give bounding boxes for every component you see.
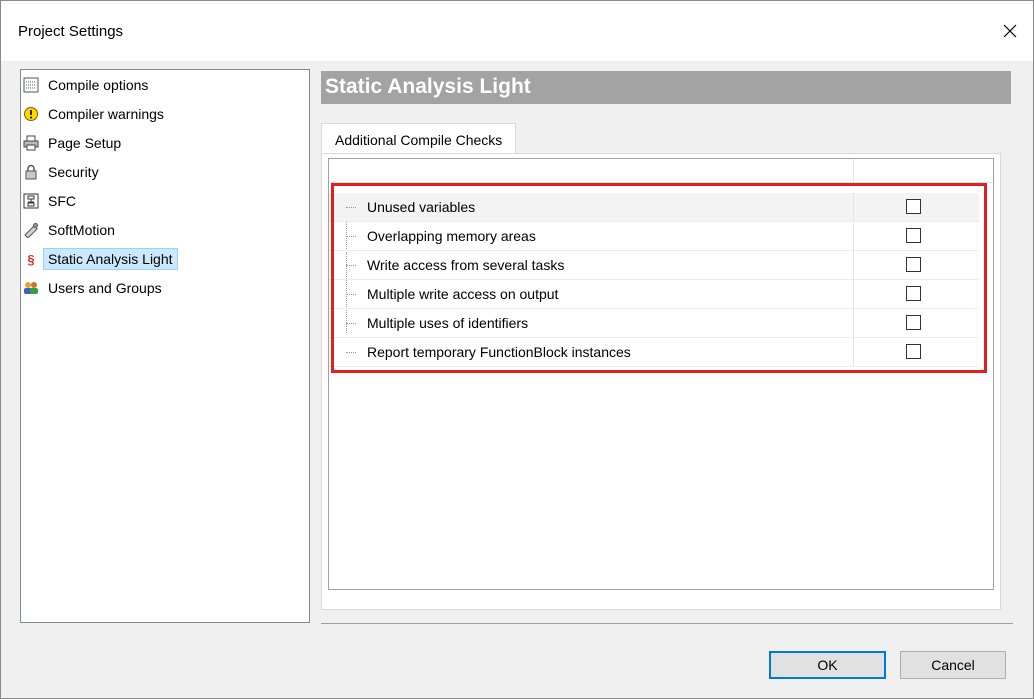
check-row: Multiple write access on output <box>329 280 979 309</box>
cancel-button-label: Cancel <box>931 657 975 673</box>
section-icon: § <box>27 251 35 267</box>
section-header: Static Analysis Light <box>321 71 1011 104</box>
project-settings-dialog: Project Settings Compile options Compile… <box>0 0 1034 699</box>
report-temporary-fb-instances-checkbox[interactable] <box>906 344 921 359</box>
multiple-write-access-output-checkbox[interactable] <box>906 286 921 301</box>
tree-item-label: Page Setup <box>48 135 122 151</box>
check-label: Report temporary FunctionBlock instances <box>367 344 631 360</box>
ok-button-label: OK <box>817 657 838 673</box>
close-icon <box>1003 24 1017 38</box>
tree-item-compiler-warnings[interactable]: Compiler warnings <box>23 101 164 127</box>
warning-icon <box>23 106 39 122</box>
unused-variables-checkbox[interactable] <box>906 199 921 214</box>
check-row: Write access from several tasks <box>329 251 979 280</box>
tree-connector <box>346 352 356 353</box>
column-divider <box>853 338 854 366</box>
tree-connector <box>346 265 356 266</box>
grid-header <box>329 159 993 183</box>
tree-item-label: Security <box>48 164 99 180</box>
column-divider <box>853 159 854 182</box>
tree-item-label: SoftMotion <box>48 222 115 238</box>
tree-connector <box>346 294 356 295</box>
tree-item-label: Compile options <box>48 77 149 93</box>
tree-item-sfc[interactable]: SFC <box>23 188 76 214</box>
tree-item-security[interactable]: Security <box>23 159 99 185</box>
tree-item-label: Users and Groups <box>48 280 162 296</box>
column-divider <box>853 222 854 250</box>
tree-item-users-and-groups[interactable]: Users and Groups <box>23 275 162 301</box>
tree-item-label: Static Analysis Light <box>43 248 178 270</box>
tree-item-page-setup[interactable]: Page Setup <box>23 130 121 156</box>
column-divider <box>853 251 854 279</box>
ok-button[interactable]: OK <box>769 651 886 679</box>
tree-item-static-analysis-light[interactable]: § Static Analysis Light <box>23 246 178 272</box>
tree-item-softmotion[interactable]: SoftMotion <box>23 217 115 243</box>
check-label: Overlapping memory areas <box>367 228 536 244</box>
check-row: Unused variables <box>329 193 979 222</box>
column-divider <box>853 280 854 308</box>
checks-list: Unused variables Overlapping memory area… <box>329 193 979 367</box>
compile-options-icon <box>23 77 39 93</box>
users-icon <box>23 280 39 296</box>
multiple-uses-identifiers-checkbox[interactable] <box>906 315 921 330</box>
footer-divider <box>321 623 1013 624</box>
column-divider <box>853 193 854 221</box>
tree-connector <box>346 207 356 208</box>
check-row: Report temporary FunctionBlock instances <box>329 338 979 367</box>
check-row: Multiple uses of identifiers <box>329 309 979 338</box>
dialog-title: Project Settings <box>18 23 124 40</box>
check-label: Multiple uses of identifiers <box>367 315 529 331</box>
tree-item-label: SFC <box>48 193 76 209</box>
softmotion-icon <box>23 222 39 238</box>
section-title: Static Analysis Light <box>325 75 531 98</box>
tree-item-label: Compiler warnings <box>48 106 164 122</box>
tab-label: Additional Compile Checks <box>335 131 503 148</box>
check-label: Unused variables <box>367 199 476 215</box>
tab-panel: Unused variables Overlapping memory area… <box>321 153 1001 610</box>
sfc-icon <box>23 193 39 209</box>
tab-additional-compile-checks[interactable]: Additional Compile Checks <box>321 123 517 155</box>
close-button[interactable] <box>987 1 1033 61</box>
title-bar: Project Settings <box>1 1 1033 61</box>
printer-icon <box>23 135 39 151</box>
tree-connector <box>346 323 356 324</box>
write-access-several-tasks-checkbox[interactable] <box>906 257 921 272</box>
tree-connector <box>346 236 356 237</box>
check-row: Overlapping memory areas <box>329 222 979 251</box>
checks-grid: Unused variables Overlapping memory area… <box>328 158 994 590</box>
settings-category-tree[interactable]: Compile options Compiler warnings Page S… <box>20 69 310 623</box>
check-label: Multiple write access on output <box>367 286 559 302</box>
overlapping-memory-areas-checkbox[interactable] <box>906 228 921 243</box>
check-label: Write access from several tasks <box>367 257 565 273</box>
cancel-button[interactable]: Cancel <box>900 651 1006 679</box>
tree-item-compile-options[interactable]: Compile options <box>23 72 148 98</box>
column-divider <box>853 309 854 337</box>
lock-icon <box>23 164 39 180</box>
